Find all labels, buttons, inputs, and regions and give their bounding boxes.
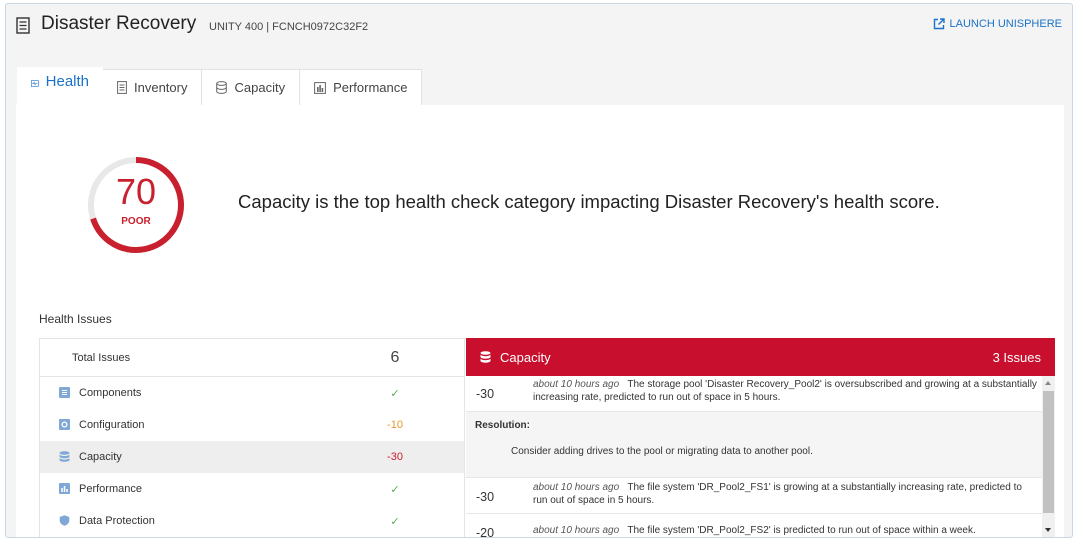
health-score-value: 70	[115, 171, 157, 212]
tab-capacity[interactable]: Capacity	[202, 69, 301, 105]
bar-chart-icon	[314, 81, 326, 94]
issue-time: about 10 hours ago	[533, 379, 620, 390]
database-icon	[59, 451, 70, 462]
shield-icon	[59, 515, 70, 526]
health-categories-table: Total Issues 6 Components ✓ Configuratio…	[39, 338, 465, 537]
category-value: -10	[387, 419, 403, 431]
issue-item[interactable]: -20 about 10 hours ago The file system '…	[466, 514, 1055, 538]
issues-scrollbar[interactable]	[1042, 376, 1055, 537]
category-row-configuration[interactable]: Configuration -10	[40, 409, 464, 441]
launch-unisphere-link[interactable]: LAUNCH UNISPHERE	[933, 18, 1062, 30]
inventory-icon	[117, 81, 127, 94]
app-frame: Disaster Recovery UNITY 400 | FCNCH0972C…	[5, 3, 1073, 538]
total-issues-row: Total Issues 6	[40, 339, 464, 377]
tab-inventory[interactable]: Inventory	[103, 69, 203, 105]
scrollbar-thumb[interactable]	[1043, 391, 1054, 513]
issue-score: -30	[476, 387, 495, 401]
tab-health[interactable]: Health	[17, 67, 103, 105]
category-value: -30	[387, 451, 403, 463]
configuration-icon	[59, 419, 70, 430]
resolution-label: Resolution:	[475, 420, 530, 431]
total-issues-value: 6	[390, 348, 400, 366]
health-issues-title: Health Issues	[39, 312, 112, 326]
category-value: ✓	[390, 515, 400, 528]
components-icon	[59, 387, 70, 398]
category-value: ✓	[390, 387, 400, 400]
issue-description: The file system 'DR_Pool2_FS2' is predic…	[627, 525, 976, 536]
tab-bar: Health Inventory Capacity Performance	[17, 67, 423, 105]
category-value: ✓	[390, 483, 400, 496]
resolution-text: Consider adding drives to the pool or mi…	[511, 446, 813, 457]
capacity-issues-list: -30 about 10 hours ago The storage pool …	[466, 376, 1055, 538]
health-icon	[31, 80, 39, 87]
capacity-issues-panel: Capacity 3 Issues -30 about 10 hours ago…	[466, 338, 1055, 538]
page-header: Disaster Recovery UNITY 400 | FCNCH0972C…	[6, 4, 1072, 48]
system-subtitle: UNITY 400 | FCNCH0972C32F2	[209, 21, 369, 33]
category-row-performance[interactable]: Performance ✓	[40, 473, 464, 505]
issue-text: about 10 hours ago The storage pool 'Dis…	[533, 379, 1038, 404]
issue-text: about 10 hours ago The file system 'DR_P…	[533, 482, 1038, 507]
database-icon	[480, 351, 491, 363]
issue-text: about 10 hours ago The file system 'DR_P…	[533, 525, 1038, 537]
tab-inventory-label: Inventory	[134, 80, 188, 95]
scroll-up-arrow-icon[interactable]	[1045, 381, 1051, 385]
storage-device-icon	[16, 17, 30, 34]
issue-item[interactable]: -30 about 10 hours ago The storage pool …	[466, 376, 1055, 412]
capacity-issues-title: Capacity	[500, 349, 551, 365]
category-label: Components	[79, 387, 142, 399]
tab-performance[interactable]: Performance	[300, 69, 423, 105]
capacity-issues-count: 3 Issues	[992, 349, 1041, 365]
tab-performance-label: Performance	[333, 80, 408, 95]
resolution-block: Resolution: Consider adding drives to th…	[466, 412, 1055, 478]
scroll-down-arrow-icon[interactable]	[1045, 528, 1051, 532]
category-row-components[interactable]: Components ✓	[40, 377, 464, 409]
category-row-data-protection[interactable]: Data Protection ✓	[40, 505, 464, 537]
issue-score: -20	[476, 526, 495, 538]
health-panel: 70 POOR Capacity is the top health check…	[16, 105, 1064, 538]
category-label: Data Protection	[79, 515, 155, 527]
external-link-icon	[933, 18, 945, 30]
issue-score: -30	[476, 490, 495, 504]
page-title: Disaster Recovery	[41, 13, 197, 34]
health-summary-message: Capacity is the top health check categor…	[238, 191, 940, 212]
tab-health-label: Health	[45, 73, 89, 90]
launch-unisphere-label: LAUNCH UNISPHERE	[949, 18, 1062, 30]
issue-time: about 10 hours ago	[533, 525, 620, 536]
category-label: Configuration	[79, 419, 145, 431]
category-row-capacity[interactable]: Capacity -30	[40, 441, 464, 473]
category-label: Performance	[79, 483, 142, 495]
category-label: Capacity	[79, 451, 122, 463]
performance-icon	[59, 483, 70, 494]
database-icon	[216, 81, 228, 94]
health-score-rating: POOR	[121, 216, 151, 227]
total-issues-label: Total Issues	[72, 351, 131, 364]
issue-item[interactable]: -30 about 10 hours ago The file system '…	[466, 478, 1055, 514]
tab-capacity-label: Capacity	[234, 80, 286, 95]
capacity-issues-header: Capacity 3 Issues	[466, 338, 1055, 376]
health-score-gauge: 70 POOR	[84, 153, 188, 257]
issue-time: about 10 hours ago	[533, 482, 620, 493]
